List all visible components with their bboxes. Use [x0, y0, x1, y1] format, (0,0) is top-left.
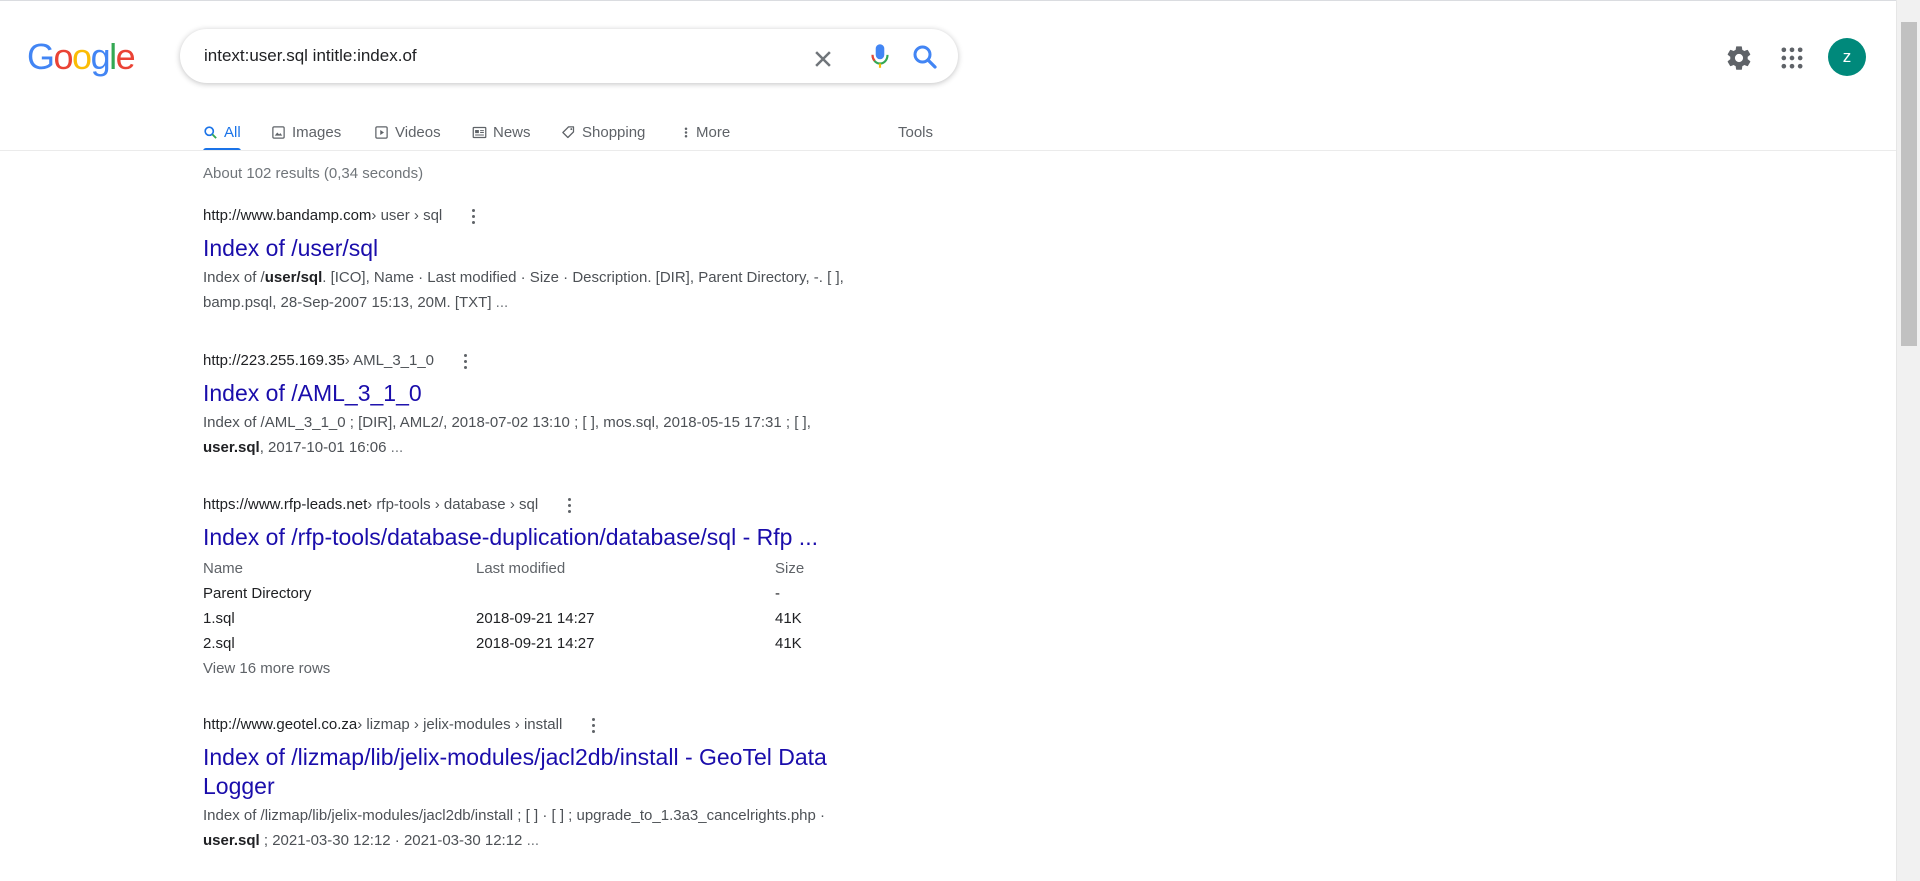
table-row: 1.sql 2018-09-21 14:27 41K	[203, 610, 802, 627]
google-apps-button[interactable]	[1778, 44, 1806, 72]
clear-search-button[interactable]	[808, 44, 838, 74]
tab-shopping-label: Shopping	[582, 123, 646, 141]
result-breadcrumbs: › lizmap › jelix-modules › install	[357, 716, 563, 733]
result-menu-button[interactable]	[584, 715, 604, 735]
tab-more-label: More	[696, 123, 731, 141]
result-title[interactable]: Index of /rfp-tools/database-duplication…	[203, 523, 903, 552]
result-menu-button[interactable]	[464, 206, 484, 226]
scrollbar[interactable]	[1896, 0, 1920, 881]
settings-button[interactable]	[1725, 44, 1753, 72]
result-site: http://www.geotel.co.za	[203, 716, 358, 733]
result-url[interactable]: http://www.geotel.co.za › lizmap › jelix…	[203, 714, 903, 736]
result-url[interactable]: https://www.rfp-leads.net › rfp-tools › …	[203, 494, 903, 516]
tab-images-label: Images	[292, 123, 342, 141]
gear-icon	[1727, 46, 1751, 70]
tab-news-label: News	[493, 123, 531, 141]
more-vert-icon	[684, 127, 688, 137]
search-result: http://www.geotel.co.za › lizmap › jelix…	[203, 714, 903, 853]
logo-letter: G	[27, 36, 55, 77]
result-snippet: Index of /lizmap/lib/jelix-modules/jacl2…	[203, 807, 826, 849]
result-title[interactable]: Index of /AML_3_1_0	[203, 379, 903, 408]
search-icon	[913, 45, 937, 69]
news-icon	[472, 126, 487, 138]
result-stats: About 102 results (0,34 seconds)	[203, 165, 424, 182]
search-box	[180, 29, 958, 83]
table-row: Parent Directory -	[203, 585, 780, 602]
table-row: 2.sql 2018-09-21 14:27 41K	[203, 635, 802, 652]
result-menu-button[interactable]	[456, 351, 476, 371]
tab-tools[interactable]: Tools	[898, 113, 933, 151]
result-url[interactable]: http://www.bandamp.com › user › sql	[203, 205, 903, 227]
logo-letter: g	[90, 36, 111, 77]
tab-more[interactable]: More	[682, 113, 730, 151]
logo-letter: o	[53, 36, 74, 77]
tag-icon	[562, 125, 575, 138]
result-breadcrumbs: › AML_3_1_0	[344, 352, 435, 369]
google-logo[interactable]: Google	[27, 36, 136, 77]
apps-grid-icon	[1781, 47, 1803, 69]
logo-letter: o	[72, 36, 92, 77]
view-more-rows-link[interactable]: View 16 more rows	[203, 656, 903, 681]
result-breadcrumbs: › rfp-tools › database › sql	[367, 496, 539, 513]
tab-images[interactable]: Images	[271, 113, 341, 151]
tab-tools-label: Tools	[898, 123, 934, 141]
voice-search-button[interactable]	[867, 41, 893, 71]
tab-all[interactable]: All	[203, 113, 241, 151]
result-url[interactable]: http://223.255.169.35 › AML_3_1_0	[203, 350, 903, 372]
image-icon	[272, 125, 285, 139]
result-title[interactable]: Index of /lizmap/lib/jelix-modules/jacl2…	[203, 743, 903, 801]
result-site: https://www.rfp-leads.net	[203, 496, 368, 513]
header: Google intext:user.sql intitle:index.of …	[0, 0, 1896, 114]
result-snippet: Index of /user/sql. [ICO], Name · Last m…	[203, 269, 844, 311]
tab-news[interactable]: News	[472, 113, 531, 151]
search-icon	[204, 125, 217, 139]
tab-shopping[interactable]: Shopping	[561, 113, 645, 151]
close-icon	[815, 51, 831, 67]
table-header: Name Last modified Size	[203, 560, 805, 577]
logo-letter: e	[115, 36, 136, 77]
search-input[interactable]	[204, 29, 784, 83]
play-icon	[375, 125, 388, 139]
scrollbar-thumb[interactable]	[1901, 22, 1917, 346]
search-result: http://www.bandamp.com › user › sql Inde…	[203, 205, 903, 315]
result-table: Name Last modified Size Parent Directory…	[203, 556, 903, 656]
tab-videos[interactable]: Videos	[374, 113, 441, 151]
avatar[interactable]: z	[1828, 38, 1866, 76]
result-snippet: Index of /AML_3_1_0 ; [DIR], AML2/, 2018…	[203, 414, 811, 456]
search-result: http://223.255.169.35 › AML_3_1_0 Index …	[203, 350, 903, 460]
tabs-divider	[0, 150, 1896, 151]
result-site: http://223.255.169.35	[203, 352, 345, 369]
microphone-icon	[871, 44, 889, 68]
result-title[interactable]: Index of /user/sql	[203, 234, 903, 263]
tab-all-label: All	[224, 123, 241, 141]
result-breadcrumbs: › user › sql	[371, 207, 443, 224]
result-menu-button[interactable]	[560, 495, 580, 515]
tab-videos-label: Videos	[395, 123, 441, 141]
result-site: http://www.bandamp.com	[203, 207, 372, 224]
search-result: https://www.rfp-leads.net › rfp-tools › …	[203, 494, 903, 681]
search-button[interactable]	[910, 42, 940, 72]
